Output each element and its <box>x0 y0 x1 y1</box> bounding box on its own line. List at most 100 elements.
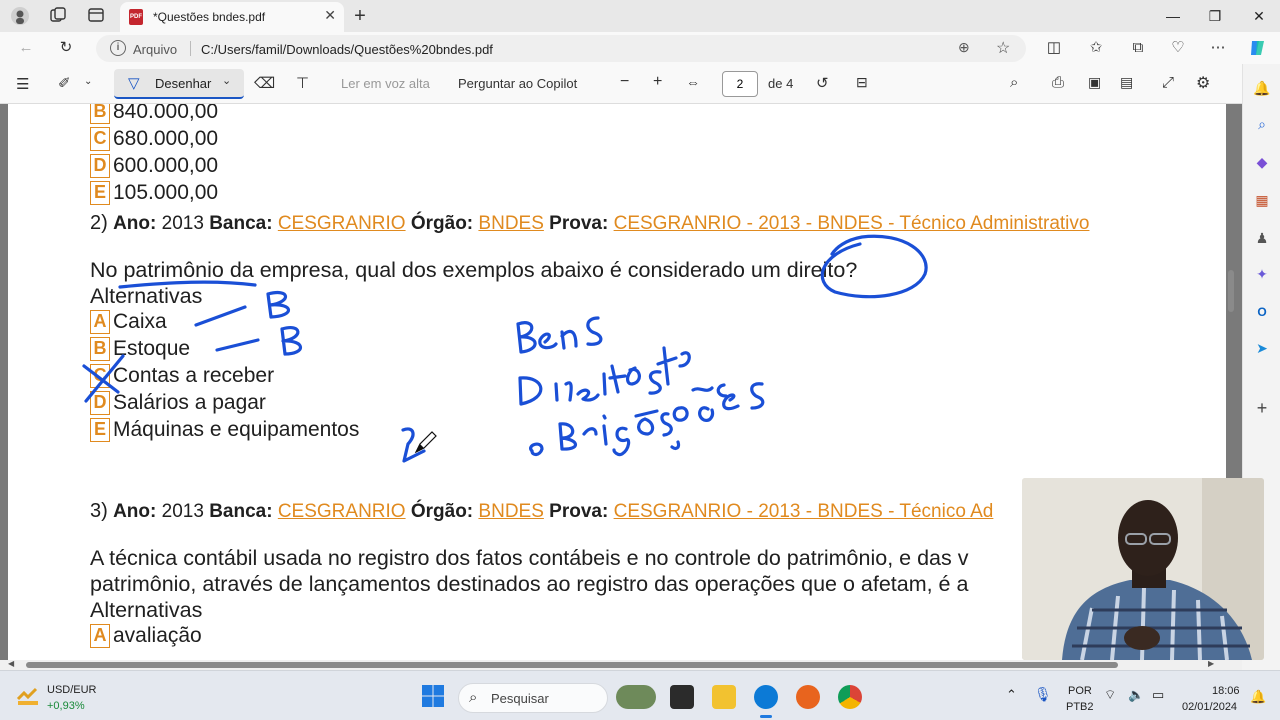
pdf-toolbar: ☰ ✐ ⌄ ▽ Desenhar ⌄ ⌫ ⊤ Ler em voz alta P… <box>0 64 1242 104</box>
search-icon[interactable]: ⌕ <box>1252 114 1272 134</box>
draw-label: Desenhar <box>155 76 212 91</box>
tag-icon[interactable]: ◆ <box>1252 152 1272 172</box>
text-tool-icon[interactable]: ⊤ <box>296 74 309 92</box>
clock-time[interactable]: 18:06 <box>1212 685 1240 697</box>
taskbar-search[interactable]: ⌕ Pesquisar <box>458 683 608 713</box>
webcam-overlay <box>1022 478 1264 660</box>
search-placeholder: Pesquisar <box>491 691 549 706</box>
address-row: ← ↻ i Arquivo C:/Users/famil/Downloads/Q… <box>0 32 1280 64</box>
ink-cross <box>82 354 125 403</box>
fullscreen-icon[interactable]: ⤢ <box>1162 74 1174 91</box>
horizontal-scrollbar-thumb[interactable] <box>26 662 1118 668</box>
scroll-right-icon[interactable]: ▶ <box>1208 659 1214 668</box>
favorites-icon[interactable]: ✩ <box>1086 38 1106 58</box>
toolbox-icon[interactable]: ▦ <box>1252 190 1272 210</box>
workspaces-icon[interactable] <box>48 6 68 26</box>
pdf-file-icon: PDF <box>129 9 143 25</box>
find-icon[interactable]: ⌕ <box>1010 74 1018 91</box>
send-icon[interactable]: ➤ <box>1252 338 1272 358</box>
ink-dash <box>215 338 260 352</box>
zoom-icon[interactable]: ⊕ <box>958 39 970 56</box>
games-icon[interactable]: ♟ <box>1252 228 1272 248</box>
new-tab-icon[interactable]: + <box>350 6 370 26</box>
save-as-icon[interactable]: ▤ <box>1120 74 1133 91</box>
copilot-button[interactable]: Perguntar ao Copilot <box>458 76 577 91</box>
task-view-icon[interactable] <box>670 685 694 709</box>
browser-essentials-icon[interactable]: ♡ <box>1168 38 1188 58</box>
more-menu-icon[interactable]: ⋯ <box>1208 38 1228 58</box>
copilot-sidebar-icon[interactable]: ✦ <box>1252 264 1272 284</box>
microphone-icon[interactable]: 🎙 <box>1034 686 1052 703</box>
split-screen-icon[interactable]: ◫ <box>1044 38 1064 58</box>
outlook-icon[interactable]: O <box>1252 302 1272 322</box>
maximize-icon[interactable]: ❐ <box>1200 5 1230 27</box>
read-aloud-button[interactable]: Ler em voz alta <box>341 76 430 91</box>
back-icon[interactable]: ← <box>16 38 36 58</box>
print-icon[interactable]: ⎙ <box>1052 74 1064 91</box>
wifi-icon[interactable]: ⌔ <box>1104 687 1116 703</box>
close-window-icon[interactable]: ✕ <box>1244 5 1274 27</box>
ink-dash <box>194 305 247 327</box>
ink-word-obrigacoes <box>529 382 765 457</box>
contents-icon[interactable]: ☰ <box>16 75 29 93</box>
collections-icon[interactable]: ⧉ <box>1128 38 1148 58</box>
horizontal-scrollbar[interactable]: ◀ ▶ <box>0 659 1242 670</box>
bell-icon[interactable]: 🔔 <box>1252 78 1272 98</box>
address-bar[interactable]: i Arquivo C:/Users/famil/Downloads/Quest… <box>96 35 1026 62</box>
vertical-scrollbar-thumb[interactable] <box>1228 270 1234 312</box>
pen-icon: ▽ <box>128 75 140 92</box>
chevron-down-icon[interactable]: ⌄ <box>222 74 231 87</box>
edge-browser-icon[interactable] <box>754 685 778 709</box>
highlight-icon[interactable]: ✐ <box>58 74 71 92</box>
volume-icon[interactable]: 🔈 <box>1128 687 1144 703</box>
scroll-left-icon[interactable]: ◀ <box>8 659 14 668</box>
chrome-icon[interactable] <box>838 685 862 709</box>
minimize-icon[interactable]: — <box>1158 5 1188 27</box>
clock-date[interactable]: 02/01/2024 <box>1182 701 1237 713</box>
chevron-up-icon[interactable]: ⌃ <box>1006 687 1017 703</box>
active-app-indicator <box>760 715 772 718</box>
save-icon[interactable]: ▣ <box>1088 74 1101 91</box>
battery-icon[interactable]: ▭ <box>1152 687 1164 703</box>
ink-letter-b <box>266 291 291 319</box>
chevron-down-icon[interactable]: ⌄ <box>84 76 92 87</box>
language-bottom[interactable]: PTB2 <box>1066 701 1094 713</box>
ink-underline <box>118 280 257 289</box>
settings-gear-icon[interactable]: ⚙ <box>1196 73 1210 93</box>
ink-letter-b <box>280 326 303 356</box>
tab-title: *Questões bndes.pdf <box>153 10 266 24</box>
file-explorer-icon[interactable] <box>712 685 736 709</box>
close-tab-icon[interactable]: ✕ <box>324 7 336 24</box>
favorite-star-icon[interactable]: ☆ <box>996 38 1010 58</box>
copilot-icon[interactable] <box>1248 38 1268 58</box>
tab-actions-icon[interactable] <box>86 6 106 26</box>
info-icon[interactable]: i <box>110 40 126 56</box>
firefox-icon[interactable] <box>796 685 820 709</box>
refresh-icon[interactable]: ↻ <box>56 38 76 58</box>
start-windows-icon[interactable] <box>421 684 445 708</box>
page-total: de 4 <box>768 76 794 91</box>
windows-taskbar: USD/EUR +0,93% ⌕ Pesquisar ⌃ 🎙 POR PTB2 … <box>0 670 1280 720</box>
presenter-video <box>1022 478 1264 660</box>
zoom-in-icon[interactable]: + <box>653 73 662 91</box>
rotate-icon[interactable]: ↺ <box>816 74 829 92</box>
add-icon[interactable]: + <box>1252 398 1272 418</box>
draw-button[interactable]: ▽ Desenhar ⌄ <box>114 69 244 99</box>
stocks-widget-icon[interactable] <box>16 685 40 707</box>
widget-title: USD/EUR <box>47 684 97 696</box>
ink-word-bens <box>516 316 603 354</box>
zoom-out-icon[interactable]: − <box>620 73 629 91</box>
origin-label: Arquivo <box>133 42 178 57</box>
page-view-icon[interactable]: ⊟ <box>856 74 868 91</box>
tab-active[interactable]: PDF *Questões bndes.pdf ✕ <box>120 2 344 32</box>
search-highlight-icon[interactable] <box>616 685 656 709</box>
language-top[interactable]: POR <box>1068 685 1092 697</box>
profile-avatar-icon[interactable] <box>10 6 30 26</box>
page-number-input[interactable]: 2 <box>722 71 758 97</box>
eraser-icon[interactable]: ⌫ <box>254 74 275 92</box>
url-text[interactable]: C:/Users/famil/Downloads/Questões%20bnde… <box>201 42 493 57</box>
fit-page-icon[interactable]: ⇔ <box>686 74 700 90</box>
pencil-cursor-icon <box>414 431 437 454</box>
ink-word-direitos <box>518 346 691 406</box>
notifications-bell-icon[interactable]: 🔔 <box>1250 689 1266 705</box>
